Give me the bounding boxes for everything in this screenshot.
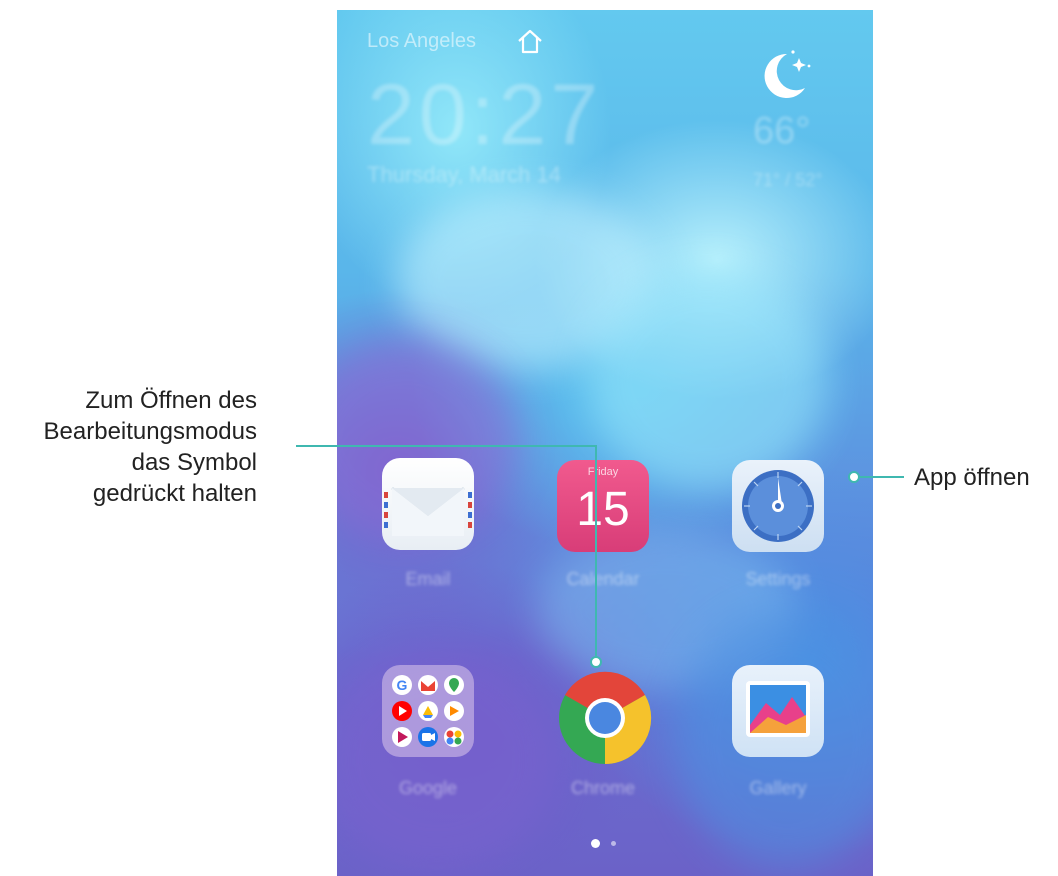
callout-line-edit-mode [296, 445, 597, 662]
callout-dot-open-app [848, 471, 860, 483]
figure: Los Angeles 20:27 Thursday, March 14 66°… [0, 0, 1058, 876]
annotation-edit-mode-line: gedrückt halten [92, 480, 257, 507]
callout-dot-edit-mode [590, 656, 602, 668]
annotation-edit-mode-line: Zum Öffnen des [85, 387, 257, 414]
annotation-edit-mode-line: Bearbeitungsmodus [43, 418, 257, 445]
annotation-edit-mode-line: das Symbol [131, 449, 257, 476]
annotation-edit-mode: Zum Öffnen des Bearbeitungsmodus das Sym… [0, 385, 257, 509]
annotation-open-app: App öffnen [914, 464, 1030, 491]
